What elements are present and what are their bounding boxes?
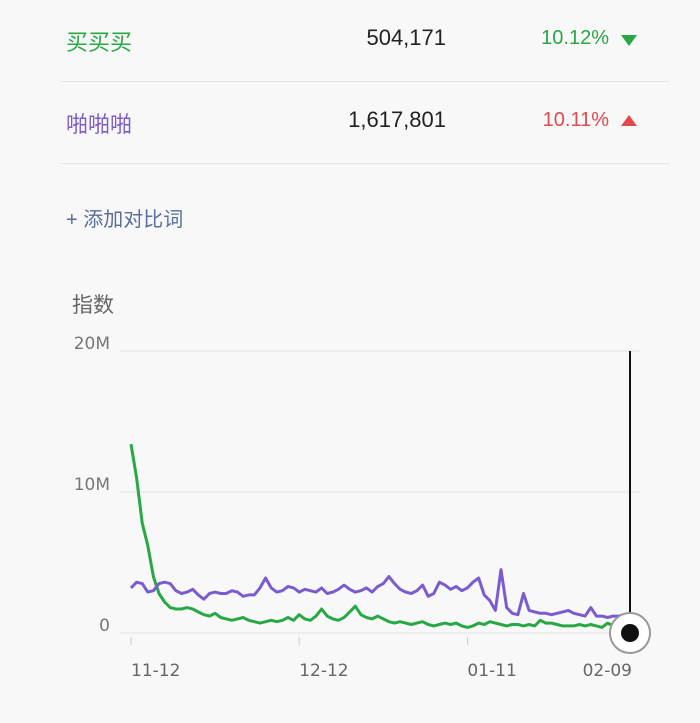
add-compare-button[interactable]: + 添加对比词 [66, 203, 183, 232]
series-line-1 [129, 443, 631, 629]
compare-row-1[interactable]: 买买买 504,171 10.12% [60, 0, 669, 82]
grid-lines [120, 350, 640, 634]
index-value: 1,617,801 [348, 107, 446, 132]
x-tick-label: 02-09 [583, 661, 632, 681]
trend-down-icon [621, 35, 637, 46]
x-tick-label: 12-12 [299, 661, 348, 681]
cursor-dot-icon [621, 624, 639, 642]
change-percent: 10.11% [542, 109, 609, 131]
keyword-label: 啪啪啪 [66, 112, 133, 137]
keyword-label: 买买买 [66, 30, 133, 55]
x-tick-label: 01-11 [467, 661, 516, 681]
series-line-2 [129, 568, 631, 619]
y-axis-title: 指数 [72, 293, 114, 317]
y-tick-label: 10M [74, 475, 110, 495]
y-tick-label: 0 [99, 616, 110, 636]
x-axis-ticks: 11-12 12-12 01-11 02-09 [130, 637, 632, 681]
y-axis-ticks: 0 10M 20M [74, 334, 110, 636]
index-value: 504,171 [366, 25, 446, 50]
trend-up-icon [621, 115, 637, 126]
compare-row-2[interactable]: 啪啪啪 1,617,801 10.11% [60, 82, 669, 164]
trend-chart[interactable]: 指数 0 10M 20M 11-12 12-12 01-11 02-09 [0, 280, 700, 723]
change-percent: 10.12% [541, 27, 609, 49]
y-tick-label: 20M [74, 334, 110, 354]
series-group [129, 443, 631, 629]
hover-handle[interactable] [609, 612, 651, 654]
x-tick-label: 11-12 [131, 661, 180, 681]
